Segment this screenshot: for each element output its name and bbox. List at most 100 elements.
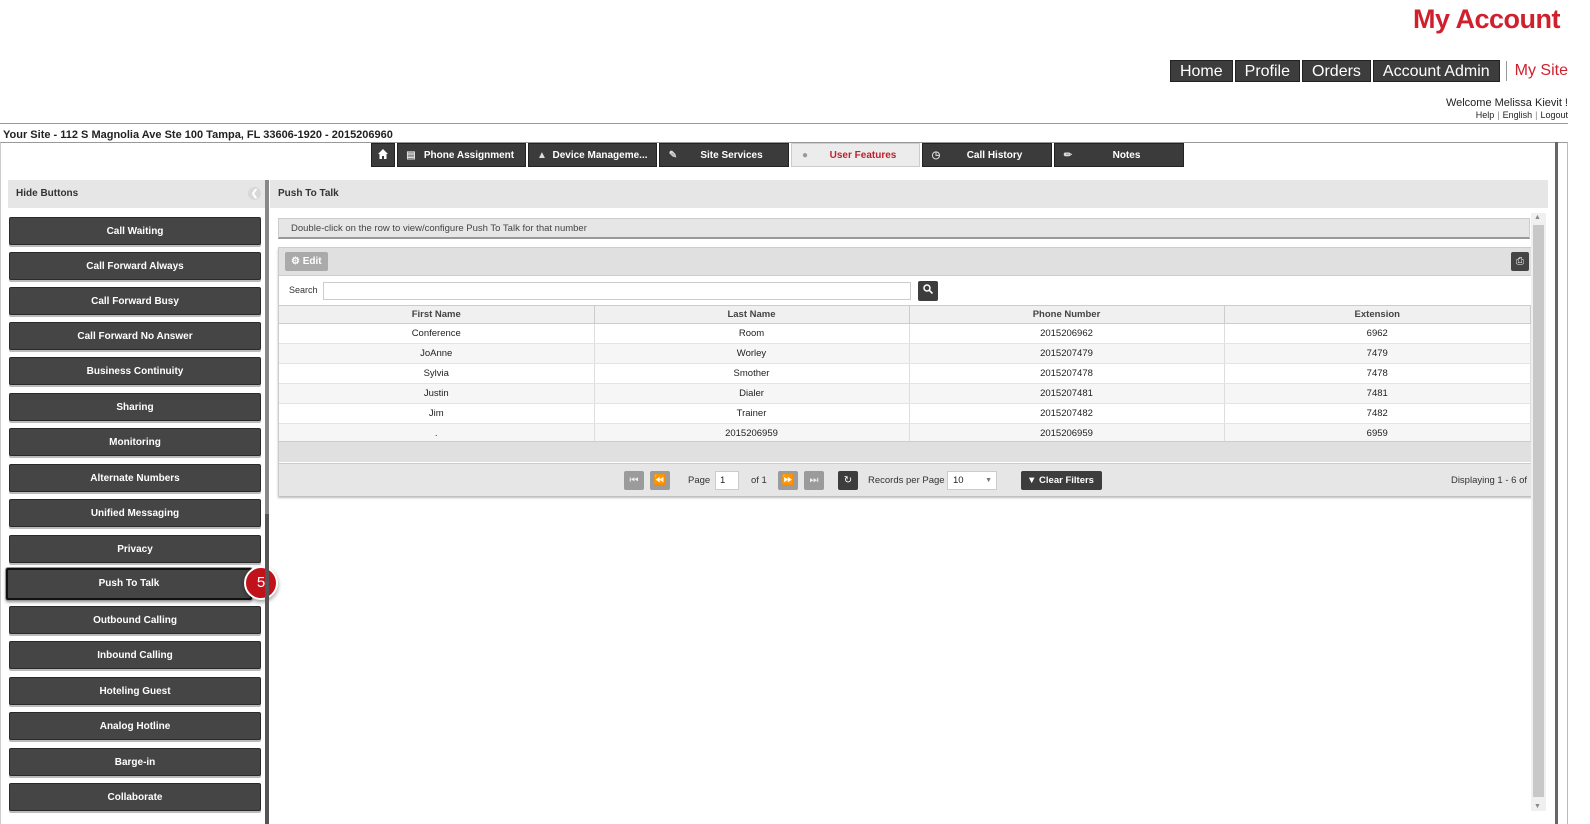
page-number-input[interactable]: 1 [715,471,739,490]
clear-filters-label: Clear Filters [1039,475,1094,486]
print-icon[interactable]: ⎙ [1511,252,1529,271]
sidebar-button-push-to-talk[interactable]: Push To Talk [6,568,252,600]
refresh-icon[interactable]: ↻ [838,471,858,490]
sidebar-scroll-thumb[interactable] [265,180,269,514]
cell-last-name: Worley [594,343,910,364]
clock-icon: ◷ [931,149,941,161]
tab-home[interactable] [371,143,395,167]
language-link[interactable]: English [1503,110,1533,120]
nav-orders[interactable]: Orders [1302,60,1371,82]
sidebar-button-business-continuity[interactable]: Business Continuity [9,357,261,385]
pagination-bar: ⏮ ⏪ Page 1 of 1 ⏩ ⏭ ↻ Records per Page 1… [279,463,1531,496]
sidebar-button-call-forward-busy[interactable]: Call Forward Busy [9,287,261,315]
last-page-icon[interactable]: ⏭ [804,471,824,490]
displaying-count: Displaying 1 - 6 of [1450,475,1527,486]
table-row[interactable]: Jim Trainer 2015207482 7482 [279,403,1531,424]
main-scrollbar[interactable]: ▲ ▼ [1531,213,1546,811]
sidebar-header[interactable]: Hide Buttons ❮ [8,180,265,208]
sidebar-button-call-forward-no-answer[interactable]: Call Forward No Answer [9,322,261,350]
cell-phone-number: 2015207481 [909,383,1225,404]
tab-call-history[interactable]: ◷ Call History [922,143,1052,167]
sidebar-button-alternate-numbers[interactable]: Alternate Numbers [9,464,261,492]
site-info: Your Site - 112 S Magnolia Ave Ste 100 T… [3,129,393,141]
grid-toolbar: ⚙ Edit ⎙ [279,248,1531,276]
nav-my-site[interactable]: My Site [1507,60,1568,82]
scrollbar-thumb[interactable] [1533,225,1544,797]
tab-user-features[interactable]: ● User Features [791,143,920,167]
tab-device-management[interactable]: ▲ Device Manageme... [528,143,657,167]
data-grid: ⚙ Edit ⎙ Search First Name Last Name Pho… [278,247,1532,496]
search-row: Search [279,278,1531,304]
home-icon [378,148,388,162]
scroll-up-icon[interactable]: ▲ [1534,214,1541,221]
pencil-icon: ✏ [1063,149,1073,161]
cell-last-name: Dialer [594,383,910,404]
cell-extension: 6962 [1224,323,1531,344]
records-per-page-select[interactable]: 10 ▼ [947,471,997,490]
chevron-down-icon: ▼ [985,477,992,484]
bell-icon: ▲ [537,149,547,161]
logout-link[interactable]: Logout [1540,110,1568,120]
cell-last-name: Room [594,323,910,344]
table-row[interactable]: JoAnne Worley 2015207479 7479 [279,343,1531,364]
sidebar-button-call-forward-always[interactable]: Call Forward Always [9,252,261,280]
main-panel: Push To Talk Double-click on the row to … [270,180,1548,824]
users-table: First Name Last Name Phone Number Extens… [279,305,1531,444]
clear-filters-button[interactable]: ▼ Clear Filters [1021,471,1102,490]
user-icon: ● [801,149,809,161]
welcome-message: Welcome Melissa Kievit ! [1445,97,1568,109]
sidebar-button-analog-hotline[interactable]: Analog Hotline [9,712,261,740]
link-divider: | [1535,110,1538,120]
column-first-name[interactable]: First Name [279,305,595,324]
sidebar-button-call-waiting[interactable]: Call Waiting [9,217,261,245]
edit-button[interactable]: ⚙ Edit [285,252,328,271]
nav-profile[interactable]: Profile [1234,60,1301,82]
gear-icon: ⚙ [291,256,300,267]
first-page-icon[interactable]: ⏮ [624,471,644,490]
instruction-hint: Double-click on the row to view/configur… [278,218,1530,239]
column-extension[interactable]: Extension [1224,305,1531,324]
tab-phone-assignment[interactable]: ▤ Phone Assignment [397,143,526,167]
page-label: Page [688,475,711,486]
previous-page-icon[interactable]: ⏪ [650,471,670,490]
table-row[interactable]: Conference Room 2015206962 6962 [279,323,1531,344]
sidebar-button-hoteling-guest[interactable]: Hoteling Guest [9,677,261,705]
frame-right-border [1555,142,1558,824]
sidebar-button-inbound-calling[interactable]: Inbound Calling [9,641,261,669]
search-button[interactable] [918,281,938,301]
sidebar-button-privacy[interactable]: Privacy [9,535,261,563]
panel-title: Push To Talk [270,180,1548,208]
next-page-icon[interactable]: ⏩ [778,471,798,490]
tab-site-services[interactable]: ✎ Site Services [659,143,789,167]
column-phone-number[interactable]: Phone Number [909,305,1225,324]
sidebar-button-monitoring[interactable]: Monitoring [9,428,261,456]
sidebar-button-sharing[interactable]: Sharing [9,393,261,421]
table-row[interactable]: Sylvia Smother 2015207478 7478 [279,363,1531,384]
cell-last-name: Trainer [594,403,910,424]
sidebar-button-barge-in[interactable]: Barge-in [9,748,261,776]
tab-notes[interactable]: ✏ Notes [1054,143,1184,167]
grid-footer-band [279,441,1531,462]
sidebar-button-outbound-calling[interactable]: Outbound Calling [9,606,261,634]
link-divider: | [1497,110,1500,120]
scroll-down-icon[interactable]: ▼ [1534,803,1541,810]
column-last-name[interactable]: Last Name [594,305,910,324]
nav-account-admin[interactable]: Account Admin [1372,60,1500,82]
cell-first-name: Conference [279,323,595,344]
search-label: Search [289,285,318,295]
table-row[interactable]: Justin Dialer 2015207481 7481 [279,383,1531,404]
sidebar-button-collaborate[interactable]: Collaborate [9,783,261,811]
cell-first-name: JoAnne [279,343,595,364]
cell-phone-number: 2015206962 [909,323,1225,344]
nav-home[interactable]: Home [1169,60,1233,82]
top-navigation: Home Profile Orders Account Admin My Sit… [1168,60,1568,82]
sidebar-button-unified-messaging[interactable]: Unified Messaging [9,499,261,527]
search-input[interactable] [323,282,911,300]
edit-icon: ✎ [668,149,678,161]
list-icon: ▤ [406,149,416,161]
filter-icon: ▼ [1027,475,1037,486]
help-link[interactable]: Help [1476,110,1495,120]
collapse-icon[interactable]: ❮ [248,187,261,200]
cell-first-name: Jim [279,403,595,424]
cell-first-name: Justin [279,383,595,404]
